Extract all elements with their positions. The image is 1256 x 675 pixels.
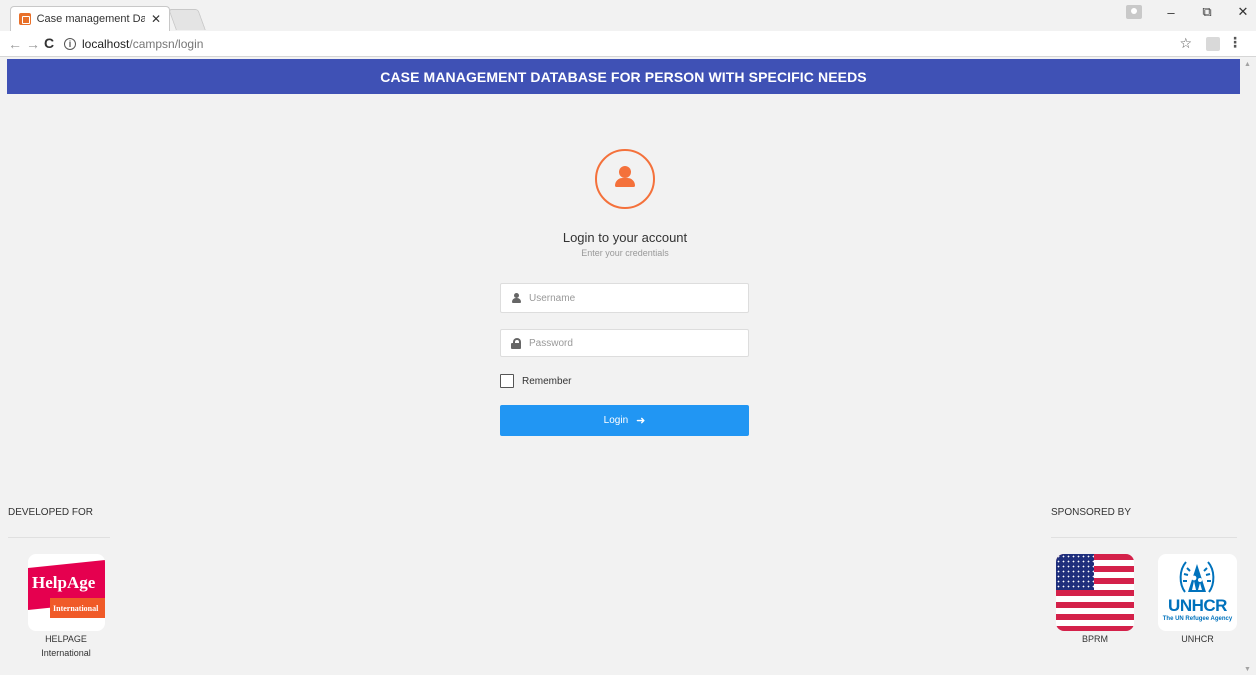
arrow-right-icon: ➜	[636, 415, 646, 427]
login-title: Login to your account	[562, 230, 688, 245]
info-icon[interactable]: i	[64, 38, 76, 50]
profile-icon[interactable]	[1126, 5, 1142, 19]
login-button-label: Login	[603, 415, 629, 426]
close-window-button[interactable]: ✕	[1236, 4, 1250, 20]
scroll-down-arrow-icon[interactable]: ▼	[1244, 666, 1251, 673]
helpage-logo-text: HelpAge	[32, 573, 96, 592]
reload-icon[interactable]: C	[44, 35, 54, 51]
developed-for-heading: DEVELOPED FOR	[8, 507, 94, 518]
helpage-caption-line1: HELPAGE	[45, 634, 87, 644]
helpage-caption: HELPAGE International	[20, 632, 112, 660]
flag-stripe	[1056, 626, 1134, 631]
user-avatar-icon	[595, 149, 655, 209]
remember-checkbox[interactable]	[500, 374, 514, 388]
bookmark-star-icon[interactable]: ☆	[1179, 35, 1192, 52]
user-icon	[511, 293, 521, 303]
scroll-up-arrow-icon[interactable]: ▲	[1244, 61, 1251, 68]
back-arrow-icon[interactable]: ←	[8, 36, 22, 52]
avatar-body	[615, 178, 635, 187]
new-tab-button[interactable]	[168, 9, 206, 30]
minimize-button[interactable]: –	[1164, 5, 1178, 20]
remember-label: Remember	[522, 375, 572, 387]
password-input[interactable]	[529, 337, 729, 349]
address-bar[interactable]: i localhost /campsn/login	[64, 34, 1204, 54]
helpage-caption-line2: International	[41, 648, 91, 658]
scrollbar[interactable]: ▲ ▼	[1240, 59, 1256, 675]
sponsored-by-divider	[1051, 537, 1237, 538]
tab-close-icon[interactable]: ✕	[151, 12, 161, 26]
helpage-logo-subtext: International	[53, 604, 99, 613]
unhcr-logo: UNHCR The UN Refugee Agency	[1158, 554, 1237, 631]
page-title: CASE MANAGEMENT DATABASE FOR PERSON WITH…	[380, 68, 867, 85]
lock-icon	[511, 337, 521, 349]
browser-tab[interactable]: Case management Datab ✕	[10, 6, 170, 31]
xampp-favicon-icon	[19, 13, 31, 25]
helpage-logo: HelpAge International	[28, 554, 105, 631]
flag-stripe	[1056, 590, 1134, 596]
page-header: CASE MANAGEMENT DATABASE FOR PERSON WITH…	[7, 59, 1240, 94]
username-input[interactable]	[529, 292, 729, 304]
flag-stripe	[1056, 614, 1134, 620]
developed-for-divider	[8, 537, 110, 538]
login-button[interactable]: Login ➜	[500, 405, 749, 436]
flag-stripe	[1056, 602, 1134, 608]
browser-toolbar: ← → C i localhost /campsn/login ☆ ⋮	[0, 31, 1256, 57]
more-menu-icon[interactable]: ⋮	[1228, 34, 1242, 51]
unhcr-logo-tagline: The UN Refugee Agency	[1162, 616, 1233, 622]
window-controls: – ⧉ ✕	[1126, 4, 1250, 20]
avatar-head	[619, 166, 631, 178]
unhcr-logo-text: UNHCR	[1168, 596, 1227, 615]
us-flag-logo	[1056, 554, 1134, 631]
login-subtitle: Enter your credentials	[581, 248, 669, 258]
remember-option[interactable]: Remember	[500, 374, 571, 388]
browser-tabstrip: Case management Datab ✕ – ⧉ ✕	[0, 0, 1256, 31]
restore-button[interactable]: ⧉	[1200, 4, 1214, 20]
url-host: localhost	[82, 37, 130, 51]
url-path: /campsn/login	[129, 37, 204, 51]
tab-title: Case management Datab	[36, 13, 145, 25]
forward-arrow-icon[interactable]: →	[26, 36, 40, 52]
flag-canton	[1056, 554, 1094, 590]
extension-icon[interactable]	[1206, 37, 1220, 51]
unhcr-emblem-icon	[1179, 561, 1215, 593]
username-field[interactable]	[500, 283, 749, 313]
bprm-caption: BPRM	[1081, 634, 1108, 644]
sponsored-by-heading: SPONSORED BY	[1051, 507, 1132, 518]
unhcr-caption: UNHCR	[1181, 634, 1214, 644]
password-field[interactable]	[500, 329, 749, 357]
